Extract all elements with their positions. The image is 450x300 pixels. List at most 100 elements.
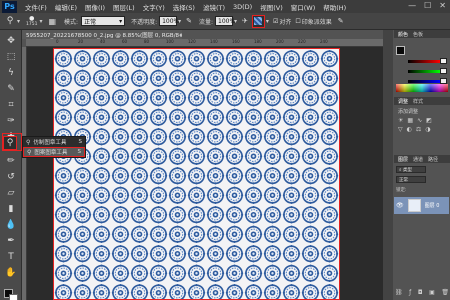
menu-3d[interactable]: 3D(D) [233,3,252,11]
tab-paths[interactable]: 路径 [428,156,438,163]
brush-preset-picker[interactable]: ● 1751 [26,15,37,27]
tool-preset-arrow[interactable]: ▾ [17,18,20,25]
hand-tool-icon[interactable]: ✋ [4,266,18,280]
green-value[interactable] [440,68,447,74]
layer-kind-filter[interactable]: ⌕ 类型 [396,166,426,173]
brush-panel-icon[interactable]: ▦ [48,17,56,26]
tab-layers[interactable]: 图层 [398,156,408,163]
pattern-stamp-menu-item[interactable]: ⚲ 图案图章工具 S [23,147,85,157]
options-bar: ⚲ ▾ ● 1751 ▾ ▦ 模式: 正常 ▾ 不透明度: 100% ▾ ✎ 流量… [0,13,450,30]
panel-foreground-swatch[interactable] [396,46,405,55]
eyedropper-tool-icon[interactable]: ✑ [4,114,18,128]
mode-value: 正常 [84,18,97,26]
menu-window[interactable]: 窗口(W) [291,2,316,12]
opacity-field[interactable]: 100% [159,16,179,26]
history-brush-tool-icon[interactable]: ↺ [4,170,18,184]
menu-layer[interactable]: 图层(L) [113,2,135,12]
curves-icon[interactable]: ∿ [417,117,422,124]
color-spectrum[interactable] [396,84,448,92]
document-tab[interactable]: 5955207_20221678500 0_2.jpg @ 8.85%(图层 0… [22,30,182,39]
move-tool-icon[interactable]: ✥ [4,34,18,48]
ruler-tick: 180 [254,39,262,44]
eraser-tool-icon[interactable]: ▱ [4,186,18,200]
layer-thumbnail [407,199,421,212]
clone-stamp-label: 仿制图章工具 [33,140,67,146]
layer-row-0[interactable]: 👁 图层 0 [394,197,449,214]
pattern-image [54,49,339,299]
trash-icon[interactable]: 🗑 [441,289,449,296]
flow-field[interactable]: 100% [215,16,235,26]
brightness-icon[interactable]: ☀ [398,117,403,124]
quick-select-tool-icon[interactable]: ✎ [4,82,18,96]
pattern-picker-arrow[interactable]: ▾ [266,18,269,25]
mode-select[interactable]: 正常 ▾ [81,16,126,26]
pattern-picker[interactable] [251,14,265,28]
photoshop-window: Ps 文件(F) 编辑(E) 图像(I) 图层(L) 文字(Y) 选择(S) 滤… [0,0,450,300]
lasso-tool-icon[interactable]: ϟ [4,66,18,80]
blue-slider[interactable] [408,80,440,83]
ruler-tick: 40 [100,39,106,44]
menu-type[interactable]: 文字(Y) [143,2,165,12]
type-tool-icon[interactable]: T [4,250,18,264]
fx-icon[interactable]: ƒ [409,289,411,296]
eye-icon[interactable]: 👁 [396,202,404,209]
impressionist-checkbox[interactable]: ☐ [295,18,300,25]
ruler-tick: 140 [210,39,218,44]
crop-tool-icon[interactable]: ⌗ [4,98,18,112]
menu-filter[interactable]: 滤镜(T) [203,2,225,12]
tab-channels[interactable]: 通道 [413,156,423,163]
opacity-arrow[interactable]: ▾ [178,18,181,25]
pattern-stamp-label: 图案图章工具 [34,150,68,156]
blend-mode-select[interactable]: 正常 [396,176,426,183]
background-color-swatch[interactable] [9,294,18,300]
menu-view[interactable]: 视图(V) [260,2,283,12]
menu-select[interactable]: 选择(S) [173,2,195,12]
gradient-tool-icon[interactable]: ▮ [4,202,18,216]
menu-edit[interactable]: 编辑(E) [55,2,77,12]
minimize-icon[interactable]: — [408,1,416,10]
pressure-opacity-icon[interactable]: ✎ [186,17,192,25]
document-canvas[interactable] [53,48,340,300]
blur-tool-icon[interactable]: 💧 [4,218,18,232]
red-value[interactable] [440,58,447,64]
marquee-tool-icon[interactable]: ⬚ [4,50,18,64]
maximize-icon[interactable]: ☐ [424,1,431,10]
ruler-tick: 200 [276,39,284,44]
ruler-tick: 240 [320,39,328,44]
pen-tool-icon[interactable]: ✒ [4,234,18,248]
green-slider[interactable] [408,70,440,73]
close-icon[interactable]: ✕ [439,1,446,10]
levels-icon[interactable]: ▦ [407,117,413,124]
ps-logo: Ps [2,0,17,13]
tab-adjustments[interactable]: 调整 [398,98,408,105]
flow-arrow[interactable]: ▾ [234,18,237,25]
bw-icon[interactable]: ◑ [425,126,430,133]
brush-picker-arrow[interactable]: ▾ [39,18,42,25]
red-slider[interactable] [408,60,440,63]
tab-swatches[interactable]: 色板 [413,31,423,38]
balance-icon[interactable]: ⚖ [416,126,421,133]
ruler-tick: 60 [122,39,128,44]
collapsed-panel-dock [383,30,393,300]
ruler-tick: 160 [232,39,240,44]
vibrance-icon[interactable]: ▽ [398,126,403,133]
tools-panel: ✥ ⬚ ϟ ✎ ⌗ ✑ ✚ ⚲ ✏ ↺ ▱ ▮ 💧 ✒ T ✋ [0,30,22,300]
horizontal-ruler[interactable]: 0 20 40 60 80 100 120 140 160 180 200 22… [26,39,383,47]
tab-color[interactable]: 颜色 [398,31,408,38]
menu-file[interactable]: 文件(F) [25,2,47,12]
exposure-icon[interactable]: ◩ [426,117,432,124]
tab-styles[interactable]: 样式 [413,98,423,105]
mask-icon[interactable]: ◘ [418,289,423,296]
clone-stamp-menu-item[interactable]: ⚲ 仿制图章工具 S [23,137,85,147]
menu-help[interactable]: 帮助(H) [323,2,346,12]
kind-label: 类型 [402,167,412,173]
brush-tool-icon[interactable]: ✏ [4,154,18,168]
link-icon[interactable]: ⛓ [395,289,403,296]
airbrush-icon[interactable]: ✈ [242,17,248,25]
new-layer-icon[interactable]: ▣ [429,289,435,296]
aligned-checkbox[interactable]: ☑ [273,18,278,25]
hue-icon[interactable]: ◐ [407,126,412,133]
pressure-size-icon[interactable]: ✎ [338,17,344,25]
menu-image[interactable]: 图像(I) [85,2,105,12]
pattern-stamp-tool-icon[interactable]: ⚲ [4,15,16,27]
